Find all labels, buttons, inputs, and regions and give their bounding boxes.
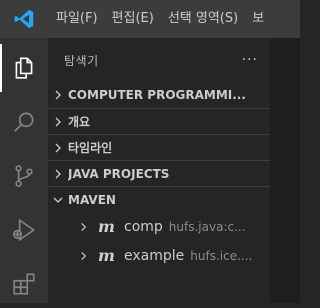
project-description: hufs.ice....	[190, 248, 253, 263]
maven-icon: m	[98, 245, 115, 265]
more-actions-icon[interactable]: ···	[242, 52, 258, 68]
section-computer-programming[interactable]: COMPUTER PROGRAMMI...	[48, 82, 270, 108]
sidebar-header: 탐색기 ···	[48, 38, 270, 82]
source-control-icon[interactable]	[0, 152, 48, 200]
section-label: COMPUTER PROGRAMMI...	[68, 88, 246, 102]
explorer-sidebar: 탐색기 ··· COMPUTER PROGRAMMI... 개요 타임라인 JA…	[48, 38, 270, 303]
section-label: JAVA PROJECTS	[68, 166, 170, 181]
chevron-right-icon	[48, 135, 68, 160]
maven-project-example[interactable]: m example hufs.ice....	[48, 241, 270, 270]
section-label: 개요	[68, 115, 91, 129]
search-icon[interactable]	[0, 98, 48, 146]
section-label: MAVEN	[68, 192, 116, 207]
project-description: hufs.java:c...	[168, 219, 246, 234]
menu-edit[interactable]: 편집(E)	[105, 0, 161, 38]
chevron-right-icon	[76, 251, 90, 261]
vscode-logo-icon	[0, 0, 48, 38]
chevron-right-icon	[48, 161, 68, 186]
maven-icon: m	[98, 216, 115, 236]
menu-selection[interactable]: 선택 영역(S)	[161, 0, 245, 38]
activity-bar	[0, 38, 48, 303]
chevron-down-icon	[48, 187, 68, 212]
menu-view[interactable]: 보	[245, 0, 271, 38]
extensions-icon[interactable]	[0, 260, 48, 308]
menu-bar: 파일(F) 편집(E) 선택 영역(S) 보	[48, 0, 271, 38]
project-name: comp	[124, 218, 163, 235]
chevron-right-icon	[76, 222, 90, 232]
maven-project-comp[interactable]: m comp hufs.java:c...	[48, 212, 270, 241]
chevron-right-icon	[48, 82, 68, 108]
editor-area	[270, 38, 300, 303]
section-timeline[interactable]: 타임라인	[48, 134, 270, 160]
section-outline[interactable]: 개요	[48, 108, 270, 134]
menu-file[interactable]: 파일(F)	[48, 0, 105, 38]
chevron-right-icon	[48, 109, 68, 134]
sidebar-title: 탐색기	[64, 53, 99, 68]
section-java-projects[interactable]: JAVA PROJECTS	[48, 160, 270, 186]
explorer-icon[interactable]	[0, 44, 48, 92]
run-debug-icon[interactable]	[0, 206, 48, 254]
project-name: example	[124, 247, 185, 264]
section-label: 타임라인	[68, 141, 113, 155]
section-maven[interactable]: MAVEN	[48, 186, 270, 212]
title-bar: 파일(F) 편집(E) 선택 영역(S) 보	[0, 0, 300, 38]
